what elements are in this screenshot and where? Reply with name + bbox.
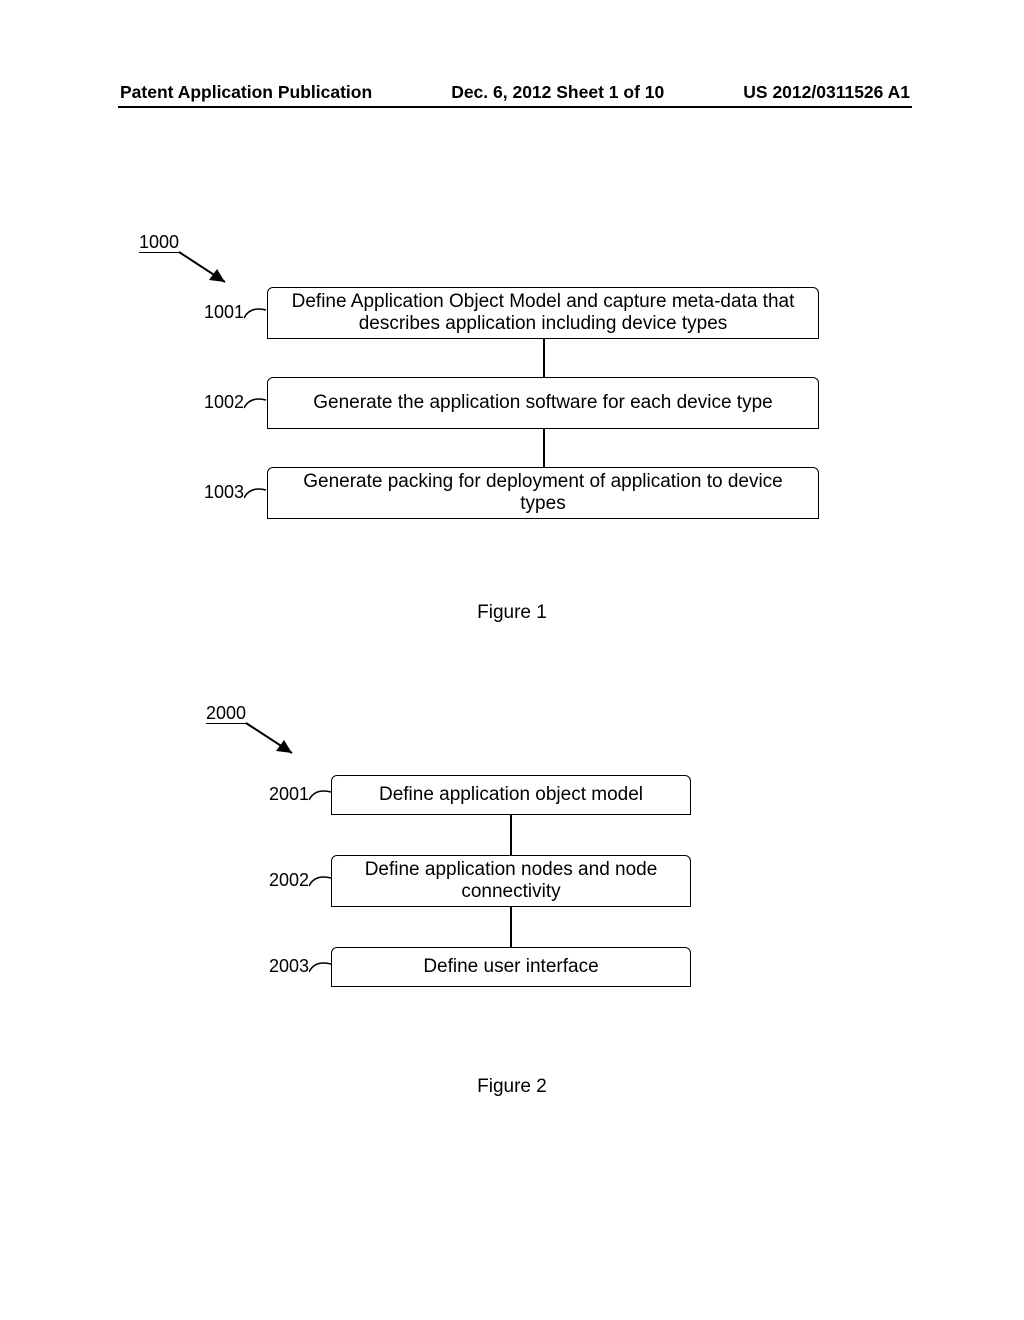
figure1-box-1003: Generate packing for deployment of appli… (267, 467, 819, 519)
figure1-ref-1002: 1002 (204, 392, 244, 413)
figure2-ref-2002: 2002 (269, 870, 309, 891)
figure1-leader-1001-icon (244, 302, 270, 324)
figure2-ref-2003: 2003 (269, 956, 309, 977)
figure1-ref-1001: 1001 (204, 302, 244, 323)
figure1-leader-1002-icon (244, 392, 270, 414)
figure2-box-2002-text: Define application nodes and node connec… (342, 859, 680, 904)
header-center: Dec. 6, 2012 Sheet 1 of 10 (451, 82, 664, 103)
figure1-connector-2 (543, 429, 545, 467)
figure2-box-2001-text: Define application object model (379, 784, 643, 806)
figure1-arrow-icon (175, 240, 255, 300)
figure2-leader-2002-icon (309, 870, 335, 892)
figure1-caption: Figure 1 (0, 602, 1024, 624)
figure2-ref-2000: 2000 (206, 703, 246, 724)
figure2-box-2003-text: Define user interface (423, 956, 598, 978)
figure2-arrow-icon (242, 711, 322, 771)
figure1-ref-1000: 1000 (139, 232, 179, 253)
figure2-box-2003: Define user interface (331, 947, 691, 987)
figure1-leader-1003-icon (244, 482, 270, 504)
figure2-connector-1 (510, 815, 512, 855)
figure2-caption: Figure 2 (0, 1076, 1024, 1098)
header-left: Patent Application Publication (120, 82, 372, 103)
figure2-box-2001: Define application object model (331, 775, 691, 815)
page-header: Patent Application Publication Dec. 6, 2… (120, 82, 910, 103)
figure2-ref-2001: 2001 (269, 784, 309, 805)
figure1-connector-1 (543, 339, 545, 377)
figure2-connector-2 (510, 907, 512, 947)
figure2-box-2002: Define application nodes and node connec… (331, 855, 691, 907)
figure1-box-1001: Define Application Object Model and capt… (267, 287, 819, 339)
figure1-ref-1003: 1003 (204, 482, 244, 503)
figure1-box-1002: Generate the application software for ea… (267, 377, 819, 429)
figure1-box-1001-text: Define Application Object Model and capt… (278, 291, 808, 336)
figure1-box-1003-text: Generate packing for deployment of appli… (278, 471, 808, 516)
header-rule (118, 106, 912, 108)
header-right: US 2012/0311526 A1 (743, 82, 910, 103)
page: Patent Application Publication Dec. 6, 2… (0, 0, 1024, 1320)
figure1-box-1002-text: Generate the application software for ea… (313, 392, 772, 414)
figure2-leader-2003-icon (309, 956, 335, 978)
figure2-leader-2001-icon (309, 784, 335, 806)
